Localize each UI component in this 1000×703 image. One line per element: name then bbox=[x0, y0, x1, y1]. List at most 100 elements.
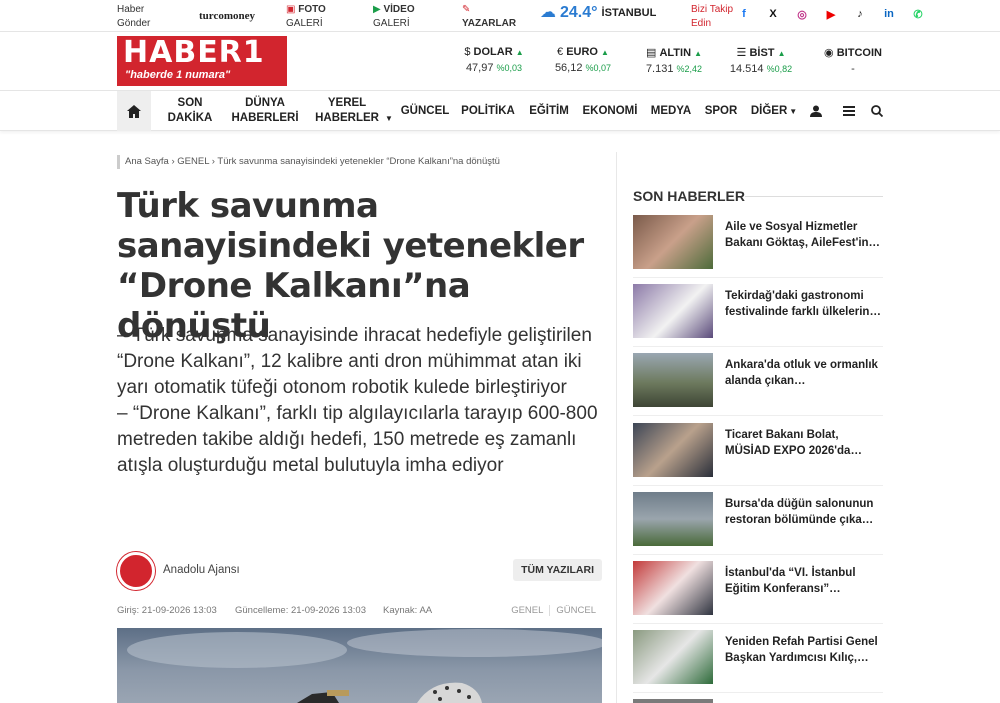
news-thumbnail bbox=[633, 353, 713, 407]
follow-us-label: Bizi Takip Edin bbox=[691, 4, 734, 29]
site-logo[interactable]: HABER1 "haberde 1 numara" bbox=[117, 36, 287, 86]
list-item[interactable]: Bursa'da düğün salonunun restoran bölümü… bbox=[633, 492, 883, 555]
list-item[interactable]: İstanbul'da “VI. İstanbul Eğitim Konfera… bbox=[633, 561, 883, 624]
tag-list: GENEL GÜNCEL bbox=[505, 605, 602, 616]
list-icon: ☰ bbox=[736, 47, 747, 59]
author-name[interactable]: Anadolu Ajansı bbox=[163, 564, 240, 576]
weather-widget[interactable]: ☁ 24.4° İSTANBUL bbox=[540, 4, 656, 21]
update-date: Güncelleme: 21-09-2026 13:03 bbox=[235, 605, 366, 616]
youtube-icon[interactable]: ▶ bbox=[823, 8, 839, 21]
market-dollar[interactable]: $ DOLAR ▲ 47,97 %0,03 bbox=[462, 46, 526, 74]
nav-item-economy[interactable]: EKONOMİ bbox=[582, 91, 638, 131]
author-box: Anadolu Ajansı TÜM YAZILARI bbox=[117, 552, 602, 590]
main-nav: SON DAKİKA DÜNYA HABERLERİ YEREL HABERLE… bbox=[0, 91, 1000, 131]
chevron-down-icon: ▼ bbox=[384, 113, 393, 123]
arrow-up-icon: ▲ bbox=[601, 48, 609, 57]
gold-icon: ▤ bbox=[645, 47, 657, 59]
arrow-up-icon: ▲ bbox=[777, 49, 786, 58]
nav-item-media[interactable]: MEDYA bbox=[648, 91, 694, 131]
news-title: Ticaret Bakanı Bolat, MÜSİAD EXPO 2026'd… bbox=[725, 429, 862, 457]
list-item[interactable] bbox=[633, 699, 883, 703]
tiktok-icon[interactable]: ♪ bbox=[852, 8, 868, 21]
home-icon bbox=[127, 104, 141, 118]
search-button[interactable] bbox=[867, 91, 887, 131]
news-title: Tekirdağ'daki gastronomi festivalinde fa… bbox=[725, 290, 881, 318]
user-button[interactable] bbox=[806, 91, 826, 131]
nav-item-education[interactable]: EĞİTİM bbox=[526, 91, 572, 131]
x-icon[interactable]: X bbox=[765, 8, 781, 21]
send-news-link[interactable]: Haber Gönder bbox=[117, 3, 150, 31]
chevron-down-icon: ▼ bbox=[789, 106, 798, 116]
avatar[interactable] bbox=[117, 552, 155, 590]
hamburger-icon bbox=[843, 106, 855, 116]
facebook-icon[interactable]: f bbox=[736, 8, 752, 21]
news-title: Ankara'da otluk ve ormanlık alanda çıkan… bbox=[725, 359, 878, 387]
news-title: İstanbul'da “VI. İstanbul Eğitim Konfera… bbox=[725, 567, 856, 595]
nav-item-politics[interactable]: POLİTİKA bbox=[460, 91, 516, 131]
nav-item-breaking[interactable]: SON DAKİKA bbox=[160, 91, 220, 131]
dollar-icon: $ bbox=[464, 46, 471, 58]
list-item[interactable]: Tekirdağ'daki gastronomi festivalinde fa… bbox=[633, 284, 883, 347]
drone-scene-image bbox=[127, 629, 602, 703]
market-bitcoin[interactable]: ◉ BITCOIN - bbox=[820, 46, 886, 75]
social-links: f X ◎ ▶ ♪ in ✆ bbox=[736, 8, 926, 21]
nav-item-other[interactable]: DİĞER ▼ bbox=[750, 91, 798, 131]
news-thumbnail bbox=[633, 215, 713, 269]
nav-item-current[interactable]: GÜNCEL bbox=[400, 91, 450, 131]
cloud-icon: ☁ bbox=[540, 4, 556, 21]
nav-item-local[interactable]: YEREL HABERLER ▼ bbox=[312, 91, 396, 131]
news-thumbnail bbox=[633, 630, 713, 684]
header: HABER1 "haberde 1 numara" $ DOLAR ▲ 47,9… bbox=[0, 32, 1000, 91]
news-title: Bursa'da düğün salonunun restoran bölümü… bbox=[725, 498, 874, 526]
turcomoney-logo[interactable]: turcomoney bbox=[199, 9, 255, 23]
camera-icon: ▣ bbox=[286, 4, 296, 15]
heading-rule bbox=[745, 196, 883, 197]
news-thumbnail bbox=[633, 284, 713, 338]
latest-news-heading: SON HABERLER bbox=[633, 188, 746, 204]
arrow-up-icon: ▲ bbox=[515, 48, 524, 57]
home-button[interactable] bbox=[117, 91, 151, 131]
logo-text: HABER1 bbox=[123, 36, 265, 70]
play-icon: ▶ bbox=[373, 4, 381, 15]
article-summary: – Türk savunma sanayisinde ihracat hedef… bbox=[117, 325, 598, 476]
pen-icon: ✎ bbox=[462, 4, 471, 15]
list-item[interactable]: Yeniden Refah Partisi Genel Başkan Yardı… bbox=[633, 630, 883, 693]
news-thumbnail bbox=[633, 699, 713, 703]
publish-date: Giriş: 21-09-2026 13:03 bbox=[117, 605, 217, 616]
news-thumbnail bbox=[633, 423, 713, 477]
video-gallery-link[interactable]: ▶ VİDEO GALERİ bbox=[373, 3, 415, 31]
photo-gallery-link[interactable]: ▣ FOTO GALERİ bbox=[286, 3, 326, 31]
arrow-up-icon: ▲ bbox=[694, 49, 703, 58]
nav-item-world[interactable]: DÜNYA HABERLERİ bbox=[228, 91, 302, 131]
logo-slogan: "haberde 1 numara" bbox=[125, 69, 231, 81]
top-bar: Haber Gönder turcomoney ▣ FOTO GALERİ ▶ … bbox=[0, 0, 1000, 32]
list-item[interactable]: Ticaret Bakanı Bolat, MÜSİAD EXPO 2026'd… bbox=[633, 423, 883, 486]
instagram-icon[interactable]: ◎ bbox=[794, 8, 810, 21]
breadcrumb[interactable]: Ana Sayfa › GENEL › Türk savunma sanayis… bbox=[117, 155, 500, 169]
news-thumbnail bbox=[633, 492, 713, 546]
tag-general[interactable]: GENEL bbox=[505, 605, 549, 616]
source-label: Kaynak: AA bbox=[383, 605, 433, 616]
tag-current[interactable]: GÜNCEL bbox=[549, 605, 602, 616]
user-icon bbox=[810, 105, 822, 117]
market-euro[interactable]: € EURO ▲ 56,12 %0,07 bbox=[553, 46, 613, 74]
news-title: Yeniden Refah Partisi Genel Başkan Yardı… bbox=[725, 636, 878, 664]
all-posts-button[interactable]: TÜM YAZILARI bbox=[513, 559, 602, 581]
euro-icon: € bbox=[557, 46, 564, 58]
column-divider bbox=[616, 152, 617, 703]
list-item[interactable]: Aile ve Sosyal Hizmetler Bakanı Göktaş, … bbox=[633, 215, 883, 278]
news-thumbnail bbox=[633, 561, 713, 615]
list-item[interactable]: Ankara'da otluk ve ormanlık alanda çıkan… bbox=[633, 353, 883, 416]
news-title: Aile ve Sosyal Hizmetler Bakanı Göktaş, … bbox=[725, 221, 881, 249]
article-image bbox=[117, 628, 602, 703]
authors-link[interactable]: ✎ YAZARLAR bbox=[462, 3, 516, 31]
search-icon bbox=[871, 105, 883, 117]
market-bist[interactable]: ☰ BİST ▲ 14.514 %0,82 bbox=[727, 46, 795, 75]
market-gold[interactable]: ▤ ALTIN ▲ 7.131 %2,42 bbox=[640, 46, 708, 75]
whatsapp-icon[interactable]: ✆ bbox=[910, 8, 926, 21]
article-title: Türk savunma sanayisindeki yetenekler “D… bbox=[117, 186, 584, 346]
linkedin-icon[interactable]: in bbox=[881, 8, 897, 21]
nav-item-sports[interactable]: SPOR bbox=[702, 91, 740, 131]
bitcoin-icon: ◉ bbox=[824, 47, 834, 59]
menu-button[interactable] bbox=[839, 91, 859, 131]
